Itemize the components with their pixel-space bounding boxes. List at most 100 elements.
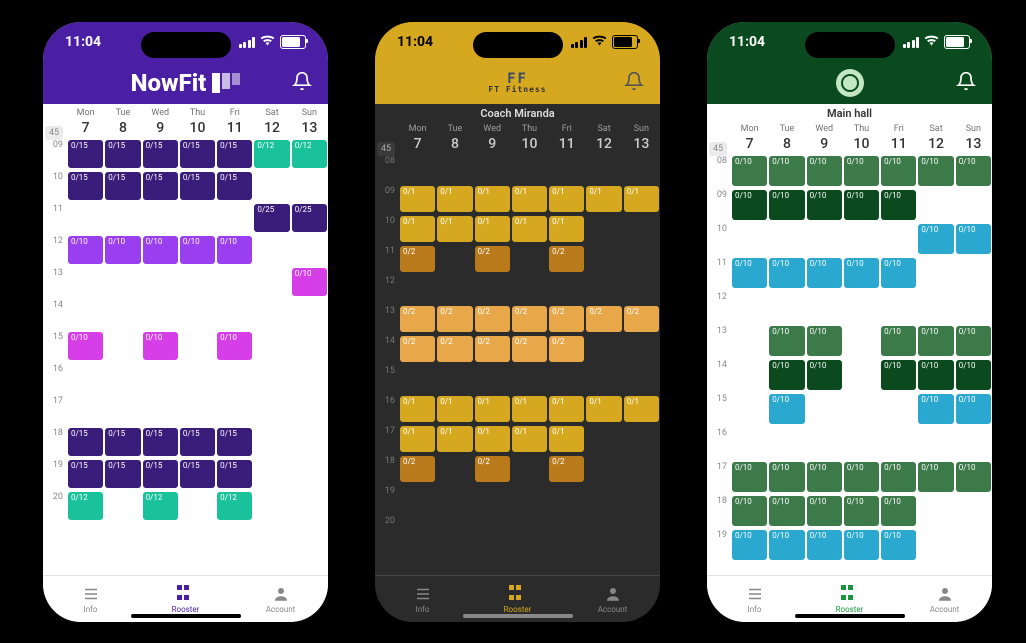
time-slot[interactable]: 0/10 <box>769 462 804 492</box>
time-slot[interactable]: 0/10 <box>769 394 804 424</box>
day-header[interactable]: Tue8 <box>768 120 805 154</box>
time-slot[interactable]: 0/10 <box>807 530 842 560</box>
day-header[interactable]: Thu10 <box>511 120 548 154</box>
time-slot[interactable]: 0/2 <box>475 246 510 272</box>
time-slot[interactable]: 0/10 <box>769 258 804 288</box>
time-slot[interactable]: 0/10 <box>956 360 991 390</box>
time-slot[interactable]: 0/10 <box>918 360 953 390</box>
time-slot[interactable]: 0/1 <box>512 186 547 212</box>
time-slot[interactable]: 0/10 <box>881 462 916 492</box>
time-slot[interactable]: 0/10 <box>807 326 842 356</box>
time-slot[interactable]: 0/10 <box>956 156 991 186</box>
time-slot[interactable]: 0/2 <box>400 306 435 332</box>
time-slot[interactable]: 0/10 <box>732 462 767 492</box>
day-header[interactable]: Sun13 <box>955 120 992 154</box>
time-slot[interactable]: 0/10 <box>807 258 842 288</box>
time-slot[interactable]: 0/10 <box>844 258 879 288</box>
time-slot[interactable]: 0/2 <box>512 336 547 362</box>
time-slot[interactable]: 0/10 <box>918 394 953 424</box>
day-header[interactable]: Mon7 <box>67 104 104 138</box>
time-slot[interactable]: 0/2 <box>475 306 510 332</box>
time-slot[interactable]: 0/1 <box>437 216 472 242</box>
time-slot[interactable]: 0/2 <box>512 306 547 332</box>
time-slot[interactable]: 0/10 <box>844 190 879 220</box>
day-header[interactable]: Thu10 <box>179 104 216 138</box>
time-slot[interactable]: 0/15 <box>180 140 215 168</box>
time-slot[interactable]: 0/10 <box>807 496 842 526</box>
time-slot[interactable]: 0/10 <box>732 190 767 220</box>
time-slot[interactable]: 0/2 <box>475 336 510 362</box>
time-slot[interactable]: 0/10 <box>807 462 842 492</box>
calendar[interactable]: Mon7Tue8Wed9Thu10Fri11Sat12Sun1345091011… <box>43 104 328 575</box>
day-header[interactable]: Sat12 <box>585 120 622 154</box>
calendar[interactable]: Mon7Tue8Wed9Thu10Fri11Sat12Sun1345080910… <box>375 120 660 575</box>
notifications-icon[interactable] <box>956 71 976 95</box>
time-slot[interactable]: 0/10 <box>105 236 140 264</box>
time-slot[interactable]: 0/10 <box>732 156 767 186</box>
day-header[interactable]: Wed9 <box>142 104 179 138</box>
time-slot[interactable]: 0/15 <box>68 140 103 168</box>
time-slot[interactable]: 0/10 <box>769 360 804 390</box>
time-slot[interactable]: 0/10 <box>769 530 804 560</box>
time-slot[interactable]: 0/10 <box>956 326 991 356</box>
day-header[interactable]: Wed9 <box>474 120 511 154</box>
time-slot[interactable]: 0/10 <box>956 224 991 254</box>
time-slot[interactable]: 0/10 <box>918 224 953 254</box>
time-slot[interactable]: 0/15 <box>143 172 178 200</box>
time-slot[interactable]: 0/10 <box>881 496 916 526</box>
day-header[interactable]: Thu10 <box>843 120 880 154</box>
time-slot[interactable]: 0/15 <box>217 172 252 200</box>
time-slot[interactable]: 0/1 <box>475 426 510 452</box>
time-slot[interactable]: 0/15 <box>180 460 215 488</box>
time-slot[interactable]: 0/10 <box>956 462 991 492</box>
time-slot[interactable]: 0/12 <box>292 140 327 168</box>
time-slot[interactable]: 0/10 <box>769 326 804 356</box>
time-slot[interactable]: 0/1 <box>475 216 510 242</box>
day-header[interactable]: Sat12 <box>917 120 954 154</box>
time-slot[interactable]: 0/10 <box>844 496 879 526</box>
time-slot[interactable]: 0/1 <box>437 186 472 212</box>
time-slot[interactable]: 0/1 <box>549 426 584 452</box>
day-header[interactable]: Fri11 <box>216 104 253 138</box>
time-slot[interactable]: 0/1 <box>549 396 584 422</box>
day-header[interactable]: Mon7 <box>731 120 768 154</box>
time-slot[interactable]: 0/2 <box>624 306 659 332</box>
time-slot[interactable]: 0/1 <box>549 216 584 242</box>
tab-info[interactable]: Info <box>43 576 138 622</box>
tab-account[interactable]: Account <box>233 576 328 622</box>
time-slot[interactable]: 0/1 <box>586 396 621 422</box>
time-slot[interactable]: 0/25 <box>254 204 289 232</box>
time-slot[interactable]: 0/1 <box>624 186 659 212</box>
time-slot[interactable]: 0/2 <box>549 336 584 362</box>
time-slot[interactable]: 0/10 <box>769 156 804 186</box>
day-header[interactable]: Sat12 <box>253 104 290 138</box>
tab-info[interactable]: Info <box>707 576 802 622</box>
time-slot[interactable]: 0/10 <box>881 326 916 356</box>
time-slot[interactable]: 0/10 <box>918 326 953 356</box>
time-slot[interactable]: 0/10 <box>844 462 879 492</box>
time-slot[interactable]: 0/2 <box>549 246 584 272</box>
time-slot[interactable]: 0/15 <box>217 428 252 456</box>
time-slot[interactable]: 0/1 <box>475 396 510 422</box>
time-slot[interactable]: 0/15 <box>68 172 103 200</box>
time-slot[interactable]: 0/2 <box>586 306 621 332</box>
time-slot[interactable]: 0/2 <box>437 306 472 332</box>
time-slot[interactable]: 0/12 <box>254 140 289 168</box>
time-slot[interactable]: 0/2 <box>549 306 584 332</box>
tab-info[interactable]: Info <box>375 576 470 622</box>
day-header[interactable]: Sun13 <box>291 104 328 138</box>
time-slot[interactable]: 0/10 <box>217 332 252 360</box>
time-slot[interactable]: 0/15 <box>180 172 215 200</box>
time-slot[interactable]: 0/1 <box>400 186 435 212</box>
notifications-icon[interactable] <box>624 71 644 95</box>
time-slot[interactable]: 0/12 <box>217 492 252 520</box>
time-slot[interactable]: 0/10 <box>881 156 916 186</box>
time-slot[interactable]: 0/10 <box>881 190 916 220</box>
time-slot[interactable]: 0/10 <box>143 236 178 264</box>
time-slot[interactable]: 0/1 <box>512 216 547 242</box>
day-header[interactable]: Tue8 <box>104 104 141 138</box>
time-slot[interactable]: 0/10 <box>292 268 327 296</box>
time-slot[interactable]: 0/12 <box>143 492 178 520</box>
time-slot[interactable]: 0/10 <box>732 496 767 526</box>
time-slot[interactable]: 0/10 <box>807 190 842 220</box>
